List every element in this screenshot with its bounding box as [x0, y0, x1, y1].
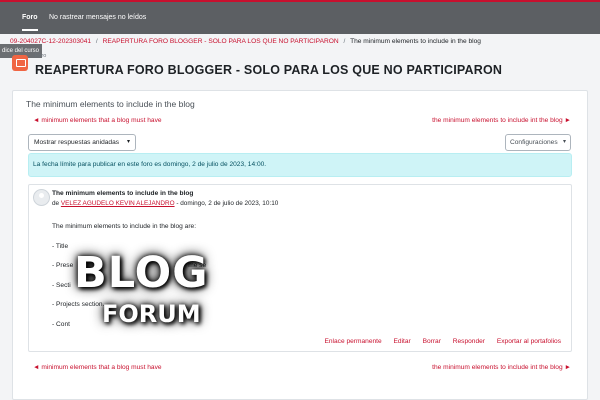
breadcrumb-course[interactable]: 09-204027C-12-202303041 — [10, 38, 91, 45]
display-mode-value: Mostrar respuestas anidadas — [34, 139, 120, 146]
breadcrumb-current: The minimum elements to include in the b… — [350, 38, 481, 45]
previous-discussion-link[interactable]: ◄ minimum elements that a blog must have — [33, 117, 162, 124]
tab-untrack-unread[interactable]: No rastrear mensajes no leídos — [49, 2, 146, 34]
breadcrumb-separator: / — [343, 38, 346, 45]
post-date: - domingo, 2 de julio de 2023, 10:10 — [176, 200, 279, 207]
tab-forum[interactable]: Foro — [22, 2, 38, 34]
breadcrumb: 09-204027C-12-202303041 / REAPERTURA FOR… — [10, 38, 481, 45]
edit-link[interactable]: Editar — [394, 338, 411, 345]
reply-link[interactable]: Responder — [453, 338, 485, 345]
page-title: REAPERTURA FORO BLOGGER - SOLO PARA LOS … — [35, 63, 503, 77]
chevron-down-icon: ▾ — [126, 139, 130, 145]
next-discussion-link[interactable]: the minimum elements to include int the … — [432, 117, 571, 124]
due-date-notice: La fecha límite para publicar en este fo… — [28, 153, 572, 177]
avatar[interactable] — [33, 189, 50, 206]
display-mode-select[interactable]: Mostrar respuestas anidadas ▾ — [28, 134, 136, 151]
post-body-intro: The minimum elements to include in the b… — [52, 223, 197, 230]
discussion-card: The minimum elements to include in the b… — [12, 90, 588, 400]
breadcrumb-forum[interactable]: REAPERTURA FORO BLOGGER - SOLO PARA LOS … — [103, 38, 339, 45]
export-portfolio-link[interactable]: Exportar al portafolios — [497, 338, 561, 345]
chevron-down-icon: ▾ — [562, 139, 566, 145]
forum-icon — [12, 55, 28, 71]
settings-label: Configuraciones — [510, 139, 558, 146]
post-author-link[interactable]: VELEZ AGUDELO KEVIN ALEJANDRO — [61, 200, 175, 207]
previous-discussion-link-bottom[interactable]: ◄ minimum elements that a blog must have — [33, 364, 162, 371]
breadcrumb-separator: / — [95, 38, 98, 45]
blog-forum-overlay: BLOG FORUM — [74, 248, 224, 338]
post-actions: Enlace permanente Editar Borrar Responde… — [324, 338, 571, 345]
overlay-forum-text: FORUM — [102, 300, 201, 328]
permalink-link[interactable]: Enlace permanente — [324, 338, 381, 345]
secondary-navigation: Foro No rastrear mensajes no leídos — [0, 0, 600, 34]
activity-type-label: Foro — [35, 53, 47, 59]
byline-prefix: de — [52, 200, 60, 207]
delete-link[interactable]: Borrar — [423, 338, 441, 345]
next-discussion-link-bottom[interactable]: the minimum elements to include int the … — [432, 364, 571, 371]
post-byline: de VELEZ AGUDELO KEVIN ALEJANDRO - domin… — [52, 200, 278, 207]
discussion-title: The minimum elements to include in the b… — [26, 99, 195, 109]
post-subject: The minimum elements to include in the b… — [52, 190, 194, 197]
overlay-blog-text: BLOG — [74, 248, 209, 298]
settings-dropdown-button[interactable]: Configuraciones ▾ — [505, 134, 571, 151]
